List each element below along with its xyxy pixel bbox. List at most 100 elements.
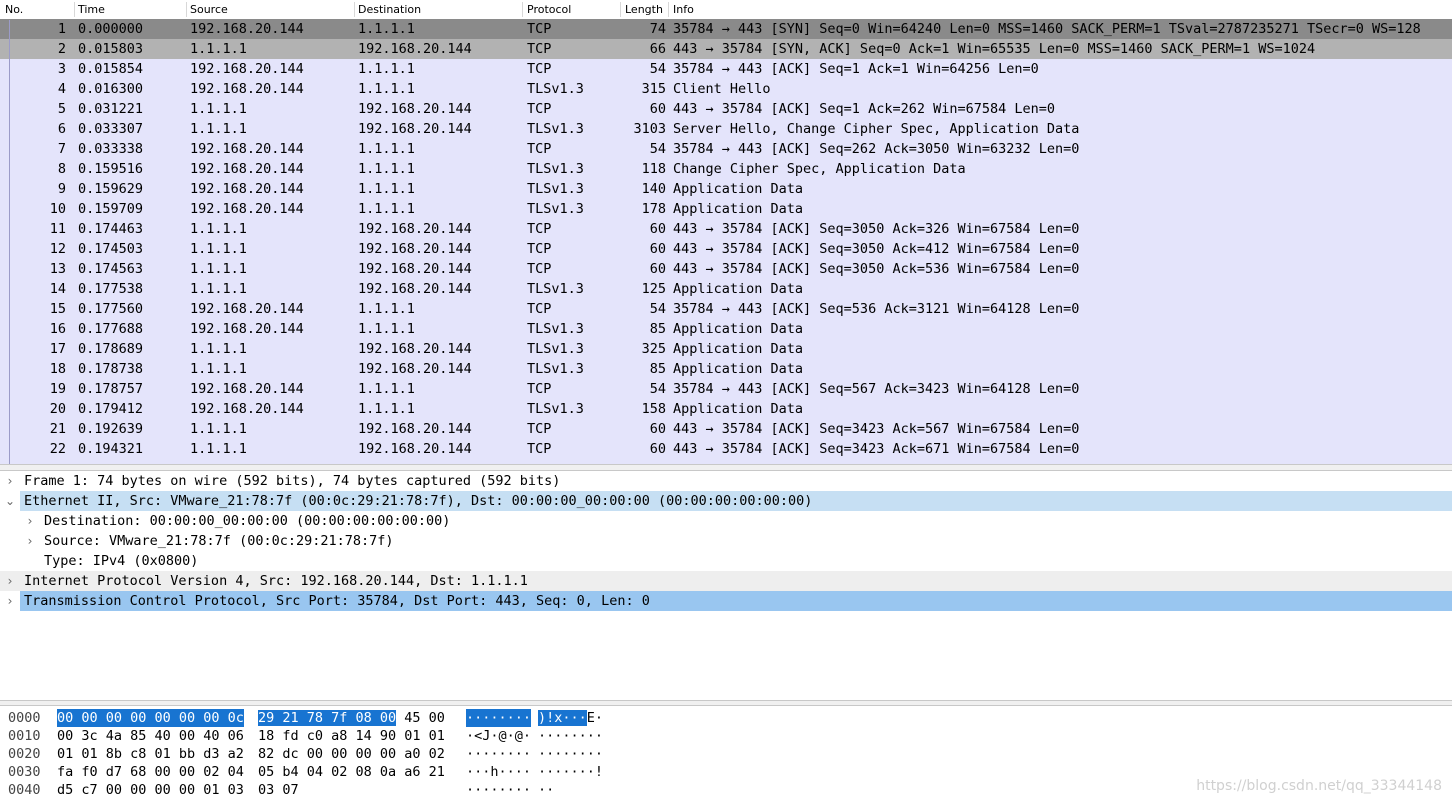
hex-bytes-selected[interactable]: 29 21 78 7f 08 00 (258, 710, 397, 726)
hex-bytes-unselected[interactable]: 05 b4 04 02 08 0a a6 21 (258, 764, 445, 780)
column-separator[interactable] (620, 2, 621, 17)
hex-bytes-first-half[interactable]: 01 01 8b c8 01 bb d3 a2 (57, 745, 244, 763)
hex-bytes-first-half[interactable]: fa f0 d7 68 00 00 02 04 (57, 763, 244, 781)
packet-length: 66 (649, 41, 666, 57)
hex-bytes-second-half[interactable]: 29 21 78 7f 08 00 45 00 (258, 709, 445, 727)
packet-row[interactable]: 22 0.194321 1.1.1.1 192.168.20.144 TCP 60 443 … (0, 439, 1452, 459)
hex-bytes-unselected[interactable]: 45 00 (396, 710, 445, 726)
packet-row[interactable]: 1 0.000000 192.168.20.144 1.1.1.1 TCP 74 35784… (0, 19, 1452, 39)
packet-row[interactable]: 13 0.174563 1.1.1.1 192.168.20.144 TCP 60 443 … (0, 259, 1452, 279)
packet-row[interactable]: 17 0.178689 1.1.1.1 192.168.20.144 TLSv1.3 32… (0, 339, 1452, 359)
packet-row[interactable]: 10 0.159709 192.168.20.144 1.1.1.1 TLSv1.3 17… (0, 199, 1452, 219)
packet-length: 60 (649, 101, 666, 117)
packet-details-tree[interactable]: › Frame 1: 74 bytes on wire (592 bits), … (0, 471, 1452, 700)
column-header-length[interactable]: Length (625, 3, 663, 16)
hex-ascii-unselected[interactable]: ·······! (538, 764, 603, 780)
packet-row[interactable]: 5 0.031221 1.1.1.1 192.168.20.144 TCP 60 443 →… (0, 99, 1452, 119)
chevron-right-icon[interactable]: › (4, 591, 16, 611)
hex-ascii-unselected[interactable]: ········ (538, 728, 603, 744)
column-header-protocol[interactable]: Protocol (527, 3, 571, 16)
packet-info: 35784 → 443 [ACK] Seq=262 Ack=3050 Win=6… (673, 141, 1080, 157)
tree-item-label: Source: VMware_21:78:7f (00:0c:29:21:78:… (44, 533, 394, 549)
hex-ascii-unselected[interactable]: ········ (538, 746, 603, 762)
packet-row[interactable]: 18 0.178738 1.1.1.1 192.168.20.144 TLSv1.3 85… (0, 359, 1452, 379)
packet-rows: 1 0.000000 192.168.20.144 1.1.1.1 TCP 74 35784… (0, 19, 1452, 459)
hex-bytes-second-half[interactable]: 82 dc 00 00 00 00 a0 02 (258, 745, 445, 763)
tree-item-eth-type[interactable]: Type: IPv4 (0x0800) (0, 551, 1452, 571)
tree-item-label: Frame 1: 74 bytes on wire (592 bits), 74… (24, 473, 561, 489)
chevron-down-icon[interactable]: ⌄ (4, 491, 16, 511)
column-header-source[interactable]: Source (190, 3, 228, 16)
hex-ascii-second-half[interactable]: ·······! (538, 763, 603, 781)
pane-splitter[interactable] (0, 464, 1452, 471)
packet-row[interactable]: 15 0.177560 192.168.20.144 1.1.1.1 TCP 54 3578… (0, 299, 1452, 319)
packet-info: Application Data (673, 321, 804, 337)
packet-row[interactable]: 20 0.179412 192.168.20.144 1.1.1.1 TLSv1.3 15… (0, 399, 1452, 419)
hex-ascii-first-half[interactable]: ········ (466, 781, 531, 799)
packet-row[interactable]: 21 0.192639 1.1.1.1 192.168.20.144 TCP 60 443 … (0, 419, 1452, 439)
tree-item-tcp[interactable]: › Transmission Control Protocol, Src Por… (0, 591, 1452, 611)
hex-ascii-first-half[interactable]: ···h···· (466, 763, 531, 781)
tree-item-eth-destination[interactable]: › Destination: 00:00:00_00:00:00 (00:00:… (0, 511, 1452, 531)
hex-bytes-first-half[interactable]: 00 00 00 00 00 00 00 0c (57, 709, 244, 727)
packet-row[interactable]: 19 0.178757 192.168.20.144 1.1.1.1 TCP 54 3578… (0, 379, 1452, 399)
hex-bytes-unselected[interactable]: 03 07 (258, 782, 299, 798)
tree-item-ipv4[interactable]: › Internet Protocol Version 4, Src: 192.… (0, 571, 1452, 591)
hex-ascii-selected[interactable]: )!x··· (538, 710, 587, 726)
packet-length: 140 (641, 181, 666, 197)
hex-ascii-first-half[interactable]: ·<J·@·@· (466, 727, 531, 745)
packet-row[interactable]: 14 0.177538 1.1.1.1 192.168.20.144 TLSv1.3 12… (0, 279, 1452, 299)
column-header-info[interactable]: Info (673, 3, 694, 16)
packet-length: 325 (641, 341, 666, 357)
packet-bytes-pane[interactable]: 0000 00 00 00 00 00 00 00 0c 29 21 78 7f 0… (0, 706, 1452, 802)
packet-row[interactable]: 9 0.159629 192.168.20.144 1.1.1.1 TLSv1.3 140… (0, 179, 1452, 199)
packet-info: 443 → 35784 [SYN, ACK] Seq=0 Ack=1 Win=6… (673, 41, 1316, 57)
chevron-right-icon[interactable]: › (24, 531, 36, 551)
hex-bytes-second-half[interactable]: 03 07 (258, 781, 299, 799)
packet-info: Application Data (673, 281, 804, 297)
packet-row[interactable]: 7 0.033338 192.168.20.144 1.1.1.1 TCP 54 35784… (0, 139, 1452, 159)
packet-row[interactable]: 8 0.159516 192.168.20.144 1.1.1.1 TLSv1.3 118… (0, 159, 1452, 179)
hex-ascii-second-half[interactable]: ········ (538, 745, 603, 763)
packet-row[interactable]: 2 0.015803 1.1.1.1 192.168.20.144 TCP 66 443 →… (0, 39, 1452, 59)
hex-ascii-unselected[interactable]: E· (587, 710, 603, 726)
hex-ascii-second-half[interactable]: ········ (538, 727, 603, 745)
column-header-no[interactable]: No. (5, 3, 23, 16)
tree-item-frame[interactable]: › Frame 1: 74 bytes on wire (592 bits), … (0, 471, 1452, 491)
hex-bytes-second-half[interactable]: 18 fd c0 a8 14 90 01 01 (258, 727, 445, 745)
hex-ascii-first-half[interactable]: ········ (466, 709, 532, 727)
packet-row[interactable]: 4 0.016300 192.168.20.144 1.1.1.1 TLSv1.3 315… (0, 79, 1452, 99)
hex-ascii-second-half[interactable]: ·· (538, 781, 554, 799)
packet-row[interactable]: 12 0.174503 1.1.1.1 192.168.20.144 TCP 60 443 … (0, 239, 1452, 259)
column-header-destination[interactable]: Destination (358, 3, 421, 16)
hex-bytes-unselected[interactable]: 18 fd c0 a8 14 90 01 01 (258, 728, 445, 744)
related-packet-indicator (9, 20, 10, 464)
chevron-right-icon[interactable]: › (4, 571, 16, 591)
hex-ascii-unselected[interactable]: ·· (538, 782, 554, 798)
packet-length: 158 (641, 401, 666, 417)
tree-item-eth-source[interactable]: › Source: VMware_21:78:7f (00:0c:29:21:7… (0, 531, 1452, 551)
hex-bytes-first-half[interactable]: d5 c7 00 00 00 00 01 03 (57, 781, 244, 799)
column-separator[interactable] (354, 2, 355, 17)
chevron-right-icon[interactable]: › (24, 511, 36, 531)
hex-bytes-second-half[interactable]: 05 b4 04 02 08 0a a6 21 (258, 763, 445, 781)
hex-bytes-unselected[interactable]: 82 dc 00 00 00 00 a0 02 (258, 746, 445, 762)
column-header-time[interactable]: Time (78, 3, 105, 16)
packet-row[interactable]: 3 0.015854 192.168.20.144 1.1.1.1 TCP 54 35784… (0, 59, 1452, 79)
packet-row[interactable]: 16 0.177688 192.168.20.144 1.1.1.1 TLSv1.3 85… (0, 319, 1452, 339)
packet-list[interactable]: No. Time Source Destination Protocol Len… (0, 0, 1452, 464)
tree-item-ethernet[interactable]: ⌄ Ethernet II, Src: VMware_21:78:7f (00:… (0, 491, 1452, 511)
packet-info: Application Data (673, 341, 804, 357)
column-separator[interactable] (668, 2, 669, 17)
hex-ascii-second-half[interactable]: )!x···E· (538, 709, 603, 727)
packet-row[interactable]: 6 0.033307 1.1.1.1 192.168.20.144 TLSv1.3 310… (0, 119, 1452, 139)
column-separator[interactable] (522, 2, 523, 17)
packet-info: 443 → 35784 [ACK] Seq=3050 Ack=536 Win=6… (673, 261, 1080, 277)
packet-row[interactable]: 11 0.174463 1.1.1.1 192.168.20.144 TCP 60 443 … (0, 219, 1452, 239)
column-separator[interactable] (186, 2, 187, 17)
column-separator[interactable] (74, 2, 75, 17)
hex-ascii-first-half[interactable]: ········ (466, 745, 531, 763)
chevron-right-icon[interactable]: › (4, 471, 16, 491)
hex-bytes-first-half[interactable]: 00 3c 4a 85 40 00 40 06 (57, 727, 244, 745)
packet-info: Application Data (673, 201, 804, 217)
